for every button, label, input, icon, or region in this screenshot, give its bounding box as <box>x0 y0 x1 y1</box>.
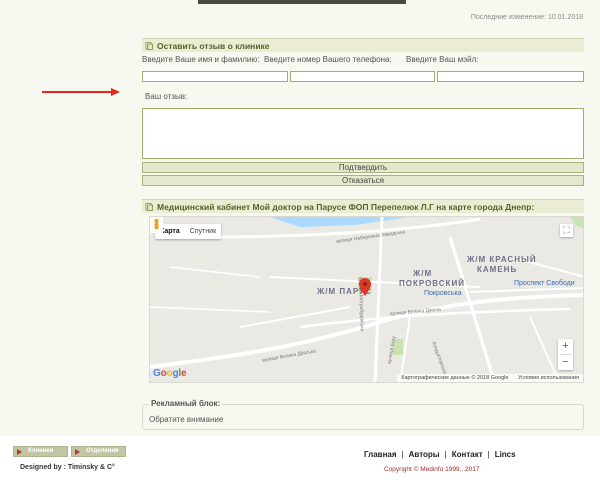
map-attribution: Картографические данные © 2018 Google Ус… <box>397 374 583 382</box>
phone-label: Введите номер Вашего телефона: <box>264 55 392 64</box>
document-icon <box>145 42 153 50</box>
zoom-out-button[interactable]: − <box>558 355 573 370</box>
email-label: Введите Ваш мэйл: <box>406 55 479 64</box>
cancel-button[interactable]: Отказаться <box>142 175 584 186</box>
nav-separator: | <box>444 450 447 459</box>
home-link[interactable]: Главная <box>364 450 397 459</box>
lincs-link[interactable]: Lincs <box>495 450 516 459</box>
fullscreen-icon[interactable]: ⛶ <box>560 224 573 237</box>
attribution-text: Картографические данные © 2018 Google <box>401 375 509 381</box>
clinics-button[interactable]: Клиники <box>13 446 68 457</box>
review-textarea[interactable] <box>142 108 584 159</box>
nav-separator: | <box>487 450 490 459</box>
authors-link[interactable]: Авторы <box>409 450 440 459</box>
google-map[interactable]: Карта Спутник ⛶ Ж/М КРАСНЫЙ КАМЕНЬ Ж/М П… <box>149 216 584 383</box>
map-marker-icon[interactable] <box>359 278 371 296</box>
arrow-right-icon <box>75 449 80 455</box>
map-section-title: Медицинский кабинет Мой доктор на Парусе… <box>157 202 535 212</box>
red-arrow-annotation <box>42 88 120 96</box>
submit-button[interactable]: Подтвердить <box>142 162 584 173</box>
map-section-header: Медицинский кабинет Мой доктор на Парусе… <box>142 199 584 213</box>
ad-block-title: Рекламный блок: <box>149 399 223 408</box>
district-label: Ж/М <box>413 269 433 278</box>
departments-button-label: Отделения <box>86 448 119 454</box>
ad-block: Рекламный блок: Обратите внимание <box>142 399 584 430</box>
district-label: КАМЕНЬ <box>477 265 518 274</box>
designed-by: Designed by : Timinsky & C° <box>20 464 115 471</box>
name-label: Введите Ваше имя и фамилию: <box>142 55 260 64</box>
clinics-button-label: Клиники <box>28 448 54 454</box>
map-type-control[interactable]: Карта Спутник <box>155 224 222 239</box>
footer-nav: Главная | Авторы | Контакт | Lincs <box>364 450 516 459</box>
email-field[interactable] <box>437 71 584 82</box>
departments-button[interactable]: Отделения <box>71 446 126 457</box>
metro-station-label: Проспект Свободи <box>514 280 575 287</box>
metro-station-label: Покровська <box>424 290 462 297</box>
review-form-title: Оставить отзыв о клинике <box>157 41 270 51</box>
ad-block-text: Обратите внимание <box>149 415 224 424</box>
top-photo <box>198 0 406 4</box>
review-label: Ваш отзыв: <box>145 92 188 101</box>
district-label: ПОКРОВСКИЙ <box>399 279 465 288</box>
review-form-header: Оставить отзыв о клинике <box>142 38 584 52</box>
district-label: Ж/М КРАСНЫЙ <box>467 255 537 264</box>
phone-field[interactable] <box>290 71 435 82</box>
zoom-in-button[interactable]: + <box>558 339 573 354</box>
name-field[interactable] <box>142 71 288 82</box>
arrow-right-icon <box>17 449 22 455</box>
terms-link[interactable]: Условия использования <box>518 375 579 381</box>
document-icon <box>145 203 153 211</box>
google-logo: Google <box>153 368 187 379</box>
footer: Клиники Отделения Designed by : Timinsky… <box>0 436 600 484</box>
pegman-icon[interactable] <box>150 217 163 233</box>
last-change-date: Последние изменение: 10.01.2018 <box>470 14 583 21</box>
nav-separator: | <box>401 450 404 459</box>
map-canvas <box>150 217 583 382</box>
contact-link[interactable]: Контакт <box>452 450 483 459</box>
zoom-control[interactable]: + − <box>558 339 573 370</box>
copyright: Copyright © Medinfo 1999...2017 <box>384 466 480 473</box>
map-type-satellite[interactable]: Спутник <box>185 224 221 239</box>
